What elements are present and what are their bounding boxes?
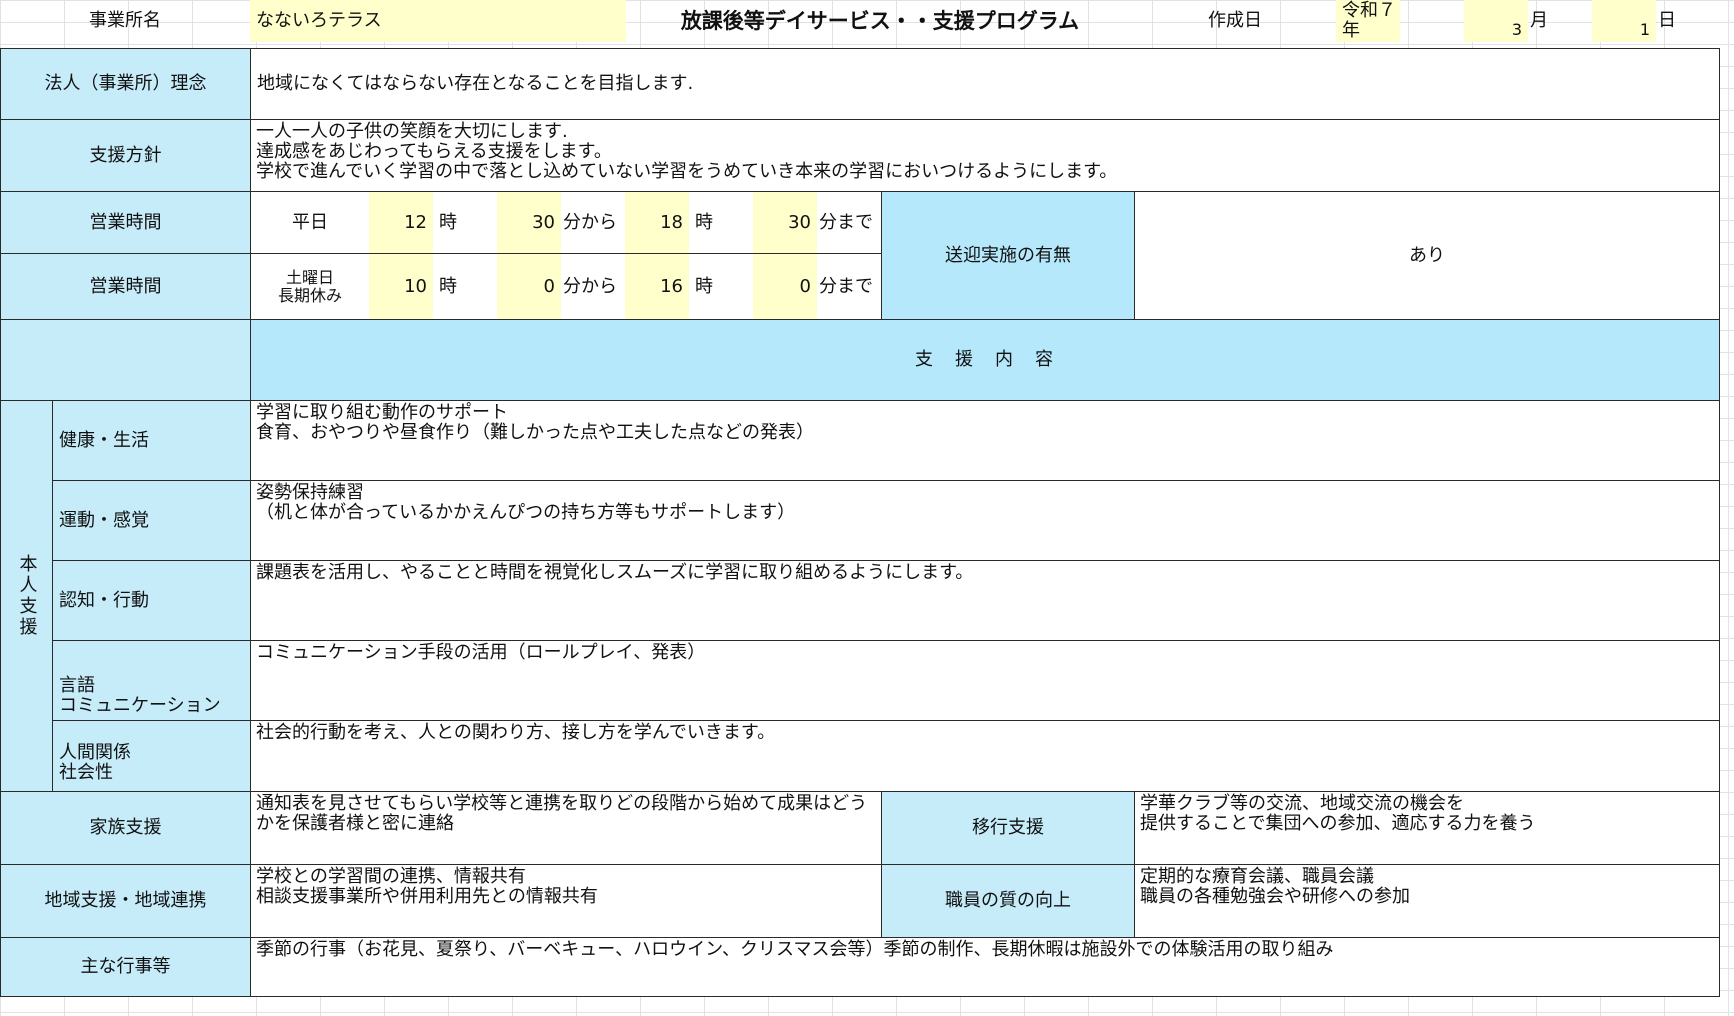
policy-text[interactable]: 一人一人の子供の笑顔を大切にします. 達成感をあじわってもらえる支援をします。 … <box>250 119 1720 192</box>
support-item-label[interactable]: 運動・感覚 <box>52 480 251 561</box>
support-item-label: 言語 コミュニケーション <box>59 675 221 716</box>
weekday-hour-unit: 時 <box>439 211 457 233</box>
day-value-cell[interactable]: 1 <box>1592 0 1656 42</box>
page-title[interactable]: 放課後等デイサービス・・支援プログラム <box>626 0 1134 42</box>
weekday-end-hour-unit: 時 <box>695 211 713 233</box>
staff-quality-label[interactable]: 職員の質の向上 <box>881 864 1135 938</box>
support-item-text[interactable]: 社会的行動を考え、人との関わり方、接し方を学んでいきます。 <box>250 720 1720 792</box>
weekend-start-min[interactable]: 0 <box>497 254 561 319</box>
weekend-from-unit: 分から <box>563 275 617 297</box>
weekend-end-hour[interactable]: 16 <box>625 254 689 319</box>
weekend-until-unit: 分まで <box>819 275 873 297</box>
transport-value[interactable]: あり <box>1134 191 1720 320</box>
weekday-start-hour[interactable]: 12 <box>369 192 433 253</box>
policy-label[interactable]: 支援方針 <box>0 119 251 192</box>
transport-label[interactable]: 送迎実施の有無 <box>881 191 1135 320</box>
office-label[interactable]: 事業所名 <box>0 0 250 42</box>
support-item-text[interactable]: 学習に取り組む動作のサポート 食育、おやつりや昼食作り（難しかった点や工夫した点… <box>250 400 1720 481</box>
hours-weekend-label[interactable]: 営業時間 <box>0 253 251 320</box>
support-item-label: 人間関係 社会性 <box>59 742 131 783</box>
month-value-cell[interactable]: 3 <box>1464 0 1528 42</box>
support-item-text[interactable]: コミュニケーション手段の活用（ロールプレイ、発表） <box>250 640 1720 721</box>
weekday-day-type[interactable]: 平日 <box>251 192 369 253</box>
support-content-header[interactable]: 支 援 内 容 <box>250 319 1720 401</box>
weekday-start-min[interactable]: 30 <box>497 192 561 253</box>
hours-weekday-label[interactable]: 営業時間 <box>0 191 251 254</box>
weekday-end-min[interactable]: 30 <box>753 192 817 253</box>
weekend-day-type[interactable]: 土曜日 長期休み <box>251 254 369 319</box>
weekend-end-hour-unit: 時 <box>695 275 713 297</box>
weekend-end-min[interactable]: 0 <box>753 254 817 319</box>
month-label[interactable]: 月 <box>1528 0 1592 42</box>
day-value: 1 <box>1639 20 1650 39</box>
transition-support-label[interactable]: 移行支援 <box>881 791 1135 865</box>
community-support-text[interactable]: 学校との学習間の連携、情報共有 相談支援事業所や併用利用先との情報共有 <box>250 864 882 938</box>
office-name-cell[interactable]: なないろテラス <box>250 0 626 42</box>
family-support-text[interactable]: 通知表を見させてもらい学校等と連携を取りどの段階から始めて成果はどう かを保護者… <box>250 791 882 865</box>
staff-quality-text[interactable]: 定期的な療育会議、職員会議 職員の各種勉強会や研修への参加 <box>1134 864 1720 938</box>
personal-support-label-cell[interactable]: 本人支援 <box>0 400 53 792</box>
support-item-text[interactable]: 課題表を活用し、やることと時間を視覚化しスムーズに学習に取り組めるようにします。 <box>250 560 1720 641</box>
philosophy-label[interactable]: 法人（事業所）理念 <box>0 48 251 120</box>
community-support-label[interactable]: 地域支援・地域連携 <box>0 864 251 938</box>
month-value: 3 <box>1511 20 1522 39</box>
support-item-text[interactable]: 姿勢保持練習 （机と体が合っているかかえんぴつの持ち方等もサポートします） <box>250 480 1720 561</box>
era-year-cell[interactable]: 令和７年 <box>1336 0 1400 42</box>
philosophy-text[interactable]: 地域になくてはならない存在となることを目指します. <box>250 48 1720 120</box>
personal-support-label: 本人支援 <box>16 554 38 638</box>
hours-weekday-row: 平日 12 時 30 分から 18 時 30 分まで <box>250 191 882 254</box>
support-item-label-cell[interactable]: 人間関係 社会性 <box>52 720 251 792</box>
hours-weekend-row: 土曜日 長期休み 10 時 0 分から 16 時 0 分まで <box>250 253 882 320</box>
weekend-start-hour[interactable]: 10 <box>369 254 433 319</box>
spreadsheet: 事業所名 なないろテラス 放課後等デイサービス・・支援プログラム 作成日 令和７… <box>0 0 1734 1016</box>
weekday-from-unit: 分から <box>563 211 617 233</box>
support-item-label-cell[interactable]: 言語 コミュニケーション <box>52 640 251 721</box>
weekend-hour-unit: 時 <box>439 275 457 297</box>
support-item-label[interactable]: 健康・生活 <box>52 400 251 481</box>
events-label[interactable]: 主な行事等 <box>0 937 251 997</box>
family-support-label[interactable]: 家族支援 <box>0 791 251 865</box>
events-text[interactable]: 季節の行事（お花見、夏祭り、バーベキュー、ハロウイン、クリスマス会等）季節の制作… <box>250 937 1720 997</box>
support-item-label[interactable]: 認知・行動 <box>52 560 251 641</box>
weekday-until-unit: 分まで <box>819 211 873 233</box>
weekday-end-hour[interactable]: 18 <box>625 192 689 253</box>
transition-support-text[interactable]: 学華クラブ等の交流、地域交流の機会を 提供することで集団への参加、適応する力を養… <box>1134 791 1720 865</box>
day-label[interactable]: 日 <box>1656 0 1720 42</box>
created-label[interactable]: 作成日 <box>1134 0 1336 42</box>
support-header-left[interactable] <box>0 319 251 401</box>
